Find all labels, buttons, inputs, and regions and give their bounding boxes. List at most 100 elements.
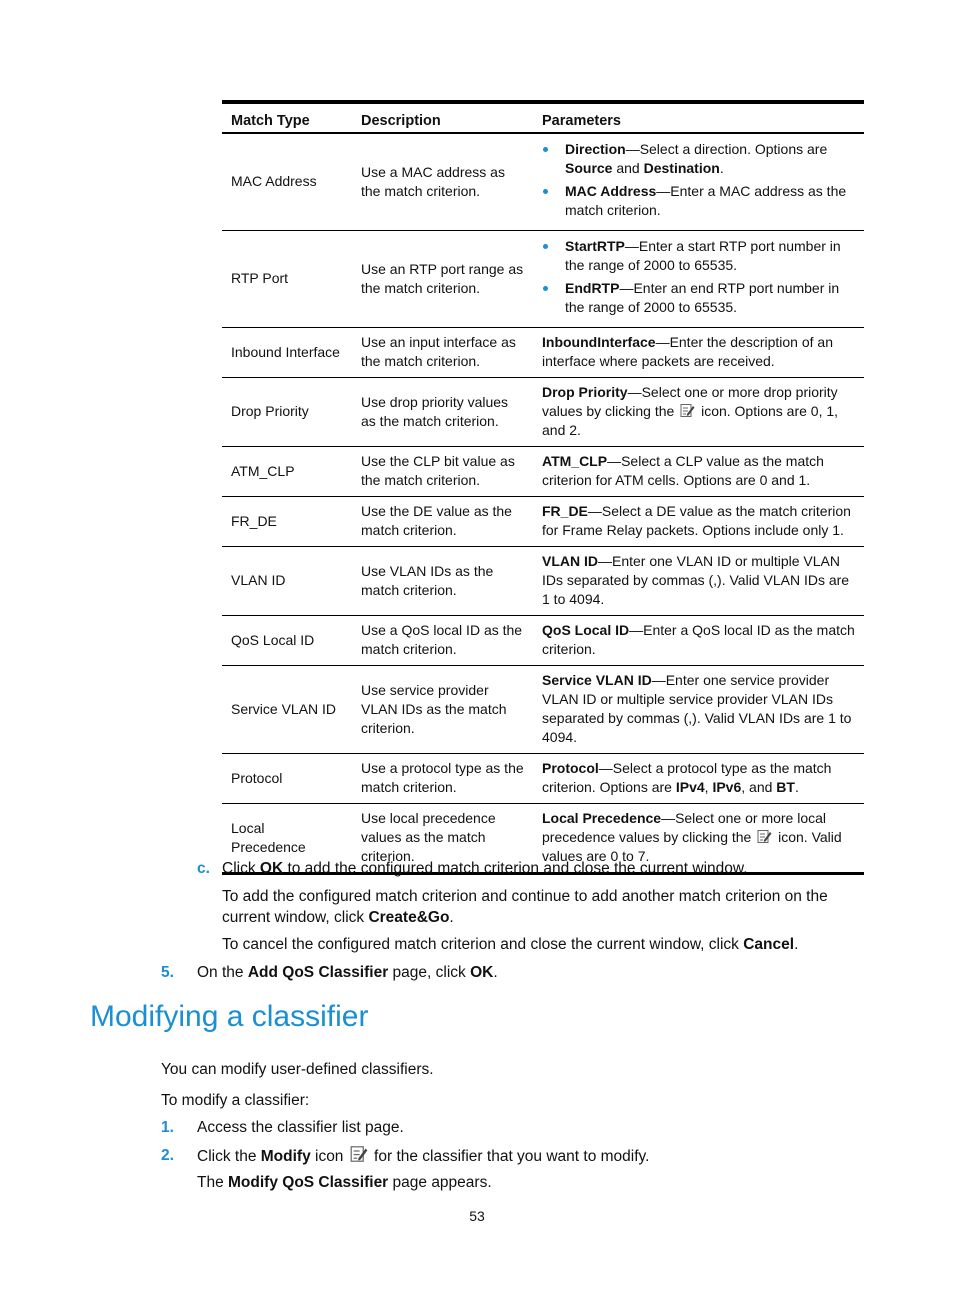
option-ipv4: IPv4 [675,779,705,795]
table-row: Inbound Interface Use an input interface… [222,328,864,378]
param-text: —Select a direction. Options are [625,141,828,157]
param-term: FR_DE [542,503,588,519]
param-text: . [719,160,724,176]
table-row: QoS Local ID Use a QoS local ID as the m… [222,616,864,666]
option-destination: Destination [643,160,720,176]
table-header-row: Match Type Description Parameters [222,102,864,133]
section-heading: Modifying a classifier [90,1000,369,1033]
cell-description: Use an RTP port range as the match crite… [361,260,524,296]
modify-icon [350,1145,368,1163]
table-row: Protocol Use a protocol type as the matc… [222,754,864,804]
text: Click [222,860,260,877]
param-term: VLAN ID [542,553,598,569]
ok-label: OK [470,964,494,981]
step-marker: 2. [161,1147,174,1164]
option-bt: BT [776,779,795,795]
cell-parameters: VLAN ID—Enter one VLAN ID or multiple VL… [533,547,864,616]
list-item: StartRTP—Enter a start RTP port number i… [542,237,855,275]
cell-parameters: Protocol—Select a protocol type as the m… [533,754,864,804]
option-ipv6: IPv6 [712,779,742,795]
ok-label: OK [259,860,284,877]
text: page, click [388,964,471,981]
step-marker: 1. [161,1119,174,1136]
table-row: RTP Port Use an RTP port range as the ma… [222,231,864,328]
cell-parameters: ATM_CLP—Select a CLP value as the match … [533,447,864,497]
step-1-text: Access the classifier list page. [197,1119,404,1136]
param-term: Local Precedence [542,810,662,826]
page-number: 53 [469,1208,485,1224]
match-type-table: Match Type Description Parameters MAC Ad… [222,100,864,875]
text: to add the configured match criterion an… [283,860,748,877]
create-go-paragraph-line2: current window, click Create&Go. [222,907,454,928]
cell-description: Use a protocol type as the match criteri… [361,760,524,795]
text: . [493,964,498,981]
cell-type: FR_DE [231,512,277,529]
page-name: Modify QoS Classifier [228,1174,389,1191]
text: for the classifier that you want to modi… [369,1148,650,1165]
result-text: The Modify QoS Classifier page appears. [197,1172,492,1193]
table-row: Service VLAN ID Use service provider VLA… [222,666,864,754]
step-marker: 5. [161,964,174,981]
text: Click the [197,1148,261,1165]
cell-description: Use the CLP bit value as the match crite… [361,453,515,488]
cell-type: ATM_CLP [231,462,295,479]
header-description: Description [361,113,441,129]
cell-type: QoS Local ID [231,631,315,648]
cell-description: Use drop priority values as the match cr… [361,393,509,429]
header-match-type: Match Type [231,113,310,129]
cell-type: RTP Port [231,270,289,286]
bullet-icon [543,189,548,194]
param-term: Direction [565,141,626,157]
param-term: ATM_CLP [542,453,608,469]
text: The [197,1174,229,1191]
cancel-paragraph: To cancel the configured match criterion… [222,934,798,955]
cell-description: Use VLAN IDs as the match criterion. [361,562,494,598]
modify-label: Modify [260,1148,311,1165]
step-2-text: Click the Modify icon for the classifier… [197,1145,649,1167]
param-term: EndRTP [565,280,620,296]
cell-parameters: Service VLAN ID—Enter one service provid… [533,666,864,754]
cell-parameters: QoS Local ID—Enter a QoS local ID as the… [533,616,864,666]
cell-type: Service VLAN ID [231,700,337,717]
bullet-icon [543,147,548,152]
cell-type: Inbound Interface [231,343,340,360]
param-text: , and [741,779,777,795]
header-parameters: Parameters [542,113,621,129]
param-term: InboundInterface [542,334,656,350]
param-text: —Select a DE value as the match criterio… [542,503,851,538]
cell-parameters: Drop Priority—Select one or more drop pr… [533,378,864,447]
param-term: StartRTP [565,238,625,254]
bullet-icon [543,244,548,249]
param-term: MAC Address [565,183,657,199]
cell-parameters: FR_DE—Select a DE value as the match cri… [533,497,864,547]
list-item: EndRTP—Enter an end RTP port number in t… [542,279,855,317]
step-marker: c. [197,860,210,877]
text: . [449,909,454,926]
param-term: Service VLAN ID [542,672,652,688]
cell-type: VLAN ID [231,572,286,588]
page-name: Add QoS Classifier [247,964,389,981]
cell-description: Use a QoS local ID as the match criterio… [361,622,523,657]
cell-type: MAC Address [231,173,317,189]
table-row: Drop Priority Use drop priority values a… [222,378,864,447]
cell-description: Use service provider VLAN IDs as the mat… [361,681,507,736]
edit-icon [680,403,695,418]
create-go-label: Create&Go [368,909,450,926]
edit-icon [757,829,772,844]
table-row: ATM_CLP Use the CLP bit value as the mat… [222,447,864,497]
intro-text: You can modify user-defined classifiers. [161,1061,434,1078]
lead-text: To modify a classifier: [161,1092,310,1109]
cell-type: Protocol [231,769,283,786]
cell-description: Use a MAC address as the match criterion… [361,163,505,199]
cell-parameters: InboundInterface—Enter the description o… [533,328,864,378]
cell-description: Use an input interface as the match crit… [361,334,516,369]
cell-description: Use the DE value as the match criterion. [361,503,512,538]
create-go-paragraph-line1: To add the configured match criterion an… [222,888,828,905]
text: icon [310,1148,348,1165]
table-row: FR_DE Use the DE value as the match crit… [222,497,864,547]
text: page appears. [388,1174,492,1191]
param-term: Protocol [542,760,599,776]
bullet-icon [543,286,548,291]
param-term: QoS Local ID [542,622,630,638]
param-text: and [612,160,644,176]
